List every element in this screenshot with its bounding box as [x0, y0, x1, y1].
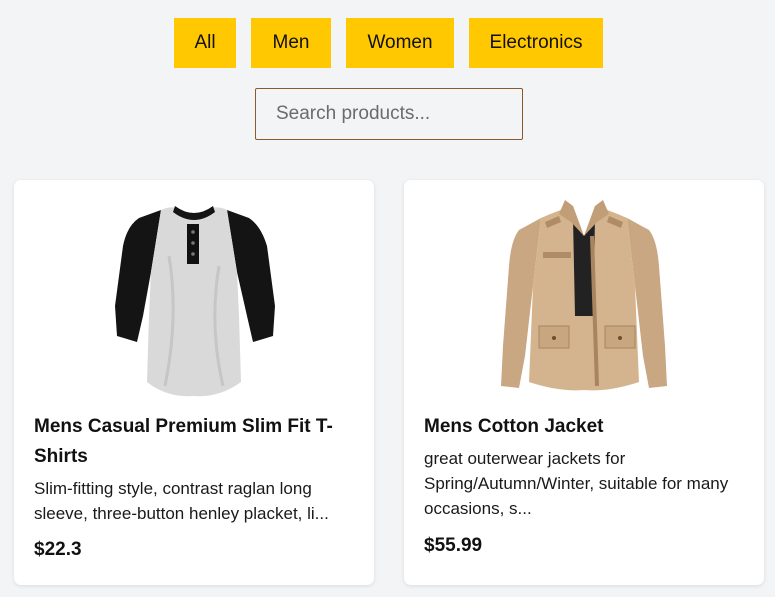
filter-women-button[interactable]: Women: [346, 18, 454, 68]
product-description: Slim-fitting style, contrast raglan long…: [34, 479, 329, 523]
product-image[interactable]: [14, 196, 374, 404]
raglan-henley-tshirt-image: [115, 206, 275, 397]
product-price: $55.99: [424, 535, 483, 556]
search-container: [255, 88, 523, 140]
product-image[interactable]: [404, 196, 764, 404]
khaki-cotton-jacket-image: [501, 200, 667, 391]
product-title[interactable]: Mens Casual Premium Slim Fit T-Shirts: [34, 412, 354, 472]
product-card[interactable]: Mens Casual Premium Slim Fit T-Shirts Sl…: [14, 180, 374, 585]
filter-electronics-button[interactable]: Electronics: [469, 18, 603, 68]
product-price: $22.3: [34, 539, 82, 560]
product-description: great outerwear jackets for Spring/Autum…: [424, 449, 729, 518]
filter-men-button[interactable]: Men: [251, 18, 331, 68]
filter-all-button[interactable]: All: [174, 18, 236, 68]
product-title[interactable]: Mens Cotton Jacket: [424, 412, 744, 442]
category-filter-bar: All Men Women Electronics: [0, 18, 775, 68]
product-card[interactable]: Mens Cotton Jacket great outerwear jacke…: [404, 180, 764, 585]
search-input[interactable]: [255, 88, 523, 140]
